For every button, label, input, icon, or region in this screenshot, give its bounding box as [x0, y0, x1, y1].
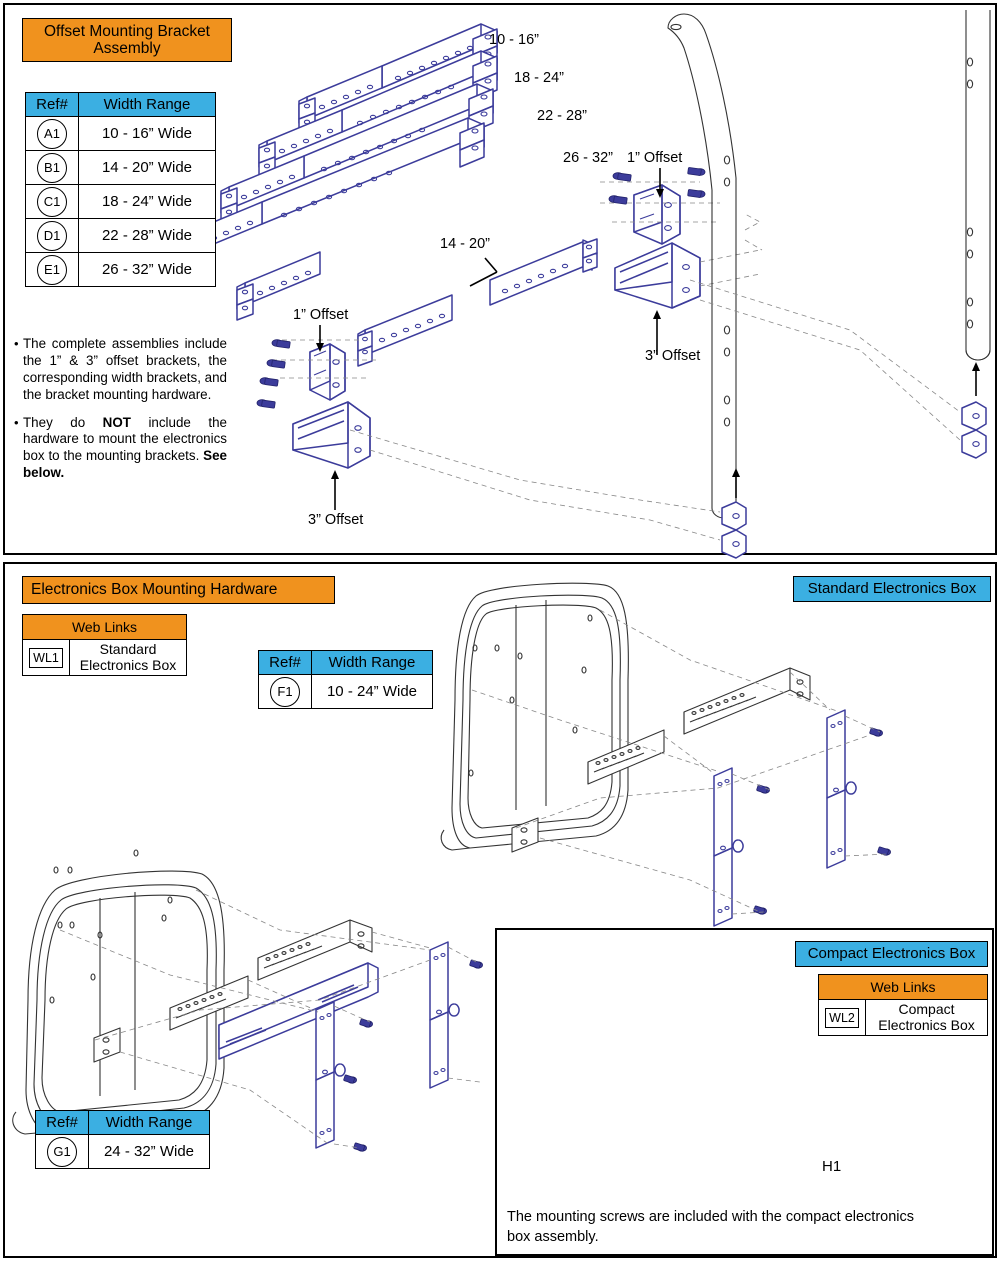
g1-ref-table: Ref# Width Range G1 24 - 32” Wide	[35, 1110, 210, 1169]
label-offset-3in-left: 3” Offset	[308, 512, 364, 528]
width-value: 10 - 16” Wide	[78, 116, 216, 151]
table-row[interactable]: WL2 Compact Electronics Box	[818, 998, 988, 1037]
label-offset-1in-right: 1” Offset	[627, 150, 683, 166]
table-row: F1 10 - 24” Wide	[258, 674, 433, 709]
table-row: E1 26 - 32” Wide	[25, 252, 216, 287]
web-link-label[interactable]: Standard Electronics Box	[69, 638, 187, 677]
note-text: They do NOT include the hardware to moun…	[23, 414, 227, 481]
label-width-22-28: 22 - 28”	[537, 108, 587, 124]
label-offset-1in-left: 1” Offset	[293, 307, 349, 323]
ref-bubble-d1: D1	[37, 220, 67, 251]
ref-bubble-c1: C1	[37, 186, 67, 217]
ref-bubble-b1: B1	[37, 152, 67, 183]
table-row: A1 10 - 16” Wide	[25, 116, 216, 151]
web-links-header: Web Links	[818, 974, 988, 1000]
web-links-compact-table: Web Links WL2 Compact Electronics Box	[818, 974, 988, 1037]
assembly-notes: • The complete assemblies include the 1”…	[14, 336, 227, 493]
col-ref: Ref#	[35, 1110, 89, 1135]
ref-bubble-a1: A1	[37, 118, 67, 149]
web-links-header: Web Links	[22, 614, 187, 640]
bullet-icon: •	[14, 336, 19, 351]
standard-electronics-box-banner: Standard Electronics Box	[793, 576, 991, 602]
table-row: B1 14 - 20” Wide	[25, 150, 216, 185]
offset-bracket-ref-table: Ref# Width Range A1 10 - 16” Wide B1 14 …	[25, 92, 216, 287]
compact-electronics-box-banner: Compact Electronics Box	[795, 941, 988, 967]
web-link-label[interactable]: Compact Electronics Box	[865, 998, 988, 1037]
note-item: • The complete assemblies include the 1”…	[14, 336, 227, 404]
note-item: • They do NOT include the hardware to mo…	[14, 415, 227, 483]
ref-bubble-f1: F1	[270, 676, 300, 707]
width-value: 24 - 32” Wide	[88, 1134, 210, 1169]
width-value: 10 - 24” Wide	[311, 674, 433, 709]
table-row: C1 18 - 24” Wide	[25, 184, 216, 219]
web-links-standard-table: Web Links WL1 Standard Electronics Box	[22, 614, 187, 677]
web-link-code-wl2[interactable]: WL2	[825, 1007, 859, 1028]
label-width-14-20: 14 - 20”	[440, 236, 490, 252]
compact-box-caption: The mounting screws are included with th…	[507, 1209, 914, 1245]
label-width-10-16: 10 - 16”	[489, 32, 539, 48]
offset-bracket-banner: Offset Mounting Bracket Assembly	[22, 18, 232, 62]
note-text: The complete assemblies include the 1” &…	[23, 336, 227, 402]
width-value: 14 - 20” Wide	[78, 150, 216, 185]
table-row: G1 24 - 32” Wide	[35, 1134, 210, 1169]
ref-bubble-g1: G1	[47, 1136, 77, 1167]
col-ref: Ref#	[258, 650, 312, 675]
table-row: D1 22 - 28” Wide	[25, 218, 216, 253]
col-width: Width Range	[88, 1110, 210, 1135]
col-ref: Ref#	[25, 92, 79, 117]
label-width-18-24: 18 - 24”	[514, 70, 564, 86]
bullet-icon: •	[14, 414, 19, 430]
label-width-26-32: 26 - 32”	[563, 150, 613, 166]
col-width: Width Range	[78, 92, 216, 117]
callout-h1: H1	[822, 1158, 842, 1175]
col-width: Width Range	[311, 650, 433, 675]
table-row[interactable]: WL1 Standard Electronics Box	[22, 638, 187, 677]
width-value: 22 - 28” Wide	[78, 218, 216, 253]
f1-ref-table: Ref# Width Range F1 10 - 24” Wide	[258, 650, 433, 709]
label-offset-3in-right: 3” Offset	[645, 348, 701, 364]
web-link-code-wl1[interactable]: WL1	[29, 647, 63, 668]
ref-bubble-e1: E1	[37, 254, 67, 285]
electronics-box-hardware-banner: Electronics Box Mounting Hardware	[22, 576, 335, 604]
width-value: 18 - 24” Wide	[78, 184, 216, 219]
width-value: 26 - 32” Wide	[78, 252, 216, 287]
